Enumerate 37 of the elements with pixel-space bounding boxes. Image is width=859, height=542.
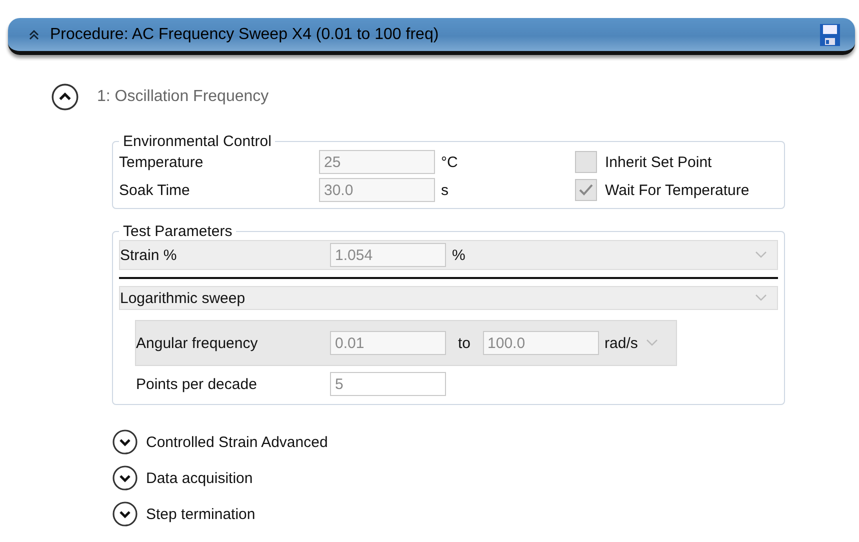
input-field[interactable]: 25 [319,150,435,174]
checkmark-icon [579,184,593,196]
checkbox-label: Inherit Set Point [605,154,712,170]
input-field[interactable]: 30.0 [319,178,435,202]
save-icon[interactable] [819,22,841,46]
input-field[interactable]: 100.0 [482,331,599,355]
collapse-icon[interactable] [51,83,79,111]
strain-dropdown[interactable]: Strain % 1.054 % [119,240,778,270]
range-separator: to [457,334,472,352]
procedure-title: Procedure: AC Frequency Sweep X4 (0.01 to 100 freq) [50,26,440,44]
expand-icon[interactable] [112,465,138,491]
unit-label: °C [440,154,459,170]
checkbox[interactable] [575,151,597,173]
checkbox[interactable] [575,179,597,201]
field-label: Points per decade [136,376,258,392]
step-title: 1: Oscillation Frequency [97,88,269,106]
field-label: Strain % [120,246,178,264]
field-label: Temperature [119,154,204,170]
group-title: Environmental Control [122,133,272,150]
field-label: Angular frequency [136,334,259,352]
section-title[interactable]: Step termination [146,506,256,522]
section-title[interactable]: Controlled Strain Advanced [146,434,328,450]
sweep-label: Logarithmic sweep [120,290,246,306]
group-title: Test Parameters [122,223,234,240]
section-title[interactable]: Data acquisition [146,470,253,486]
input-field[interactable]: 0.01 [330,331,446,355]
input-field[interactable]: 1.054 [330,243,446,267]
unit-label: % [451,246,466,264]
expand-icon[interactable] [112,429,138,455]
input-field[interactable]: 5 [330,372,446,396]
checkbox-label: Wait For Temperature [605,182,750,198]
unit-label: s [440,182,450,198]
field-label: Soak Time [119,182,191,198]
sweep-dropdown[interactable]: Logarithmic sweep [119,286,778,310]
double-chevron-up-icon[interactable] [28,28,40,40]
expand-icon[interactable] [112,501,138,527]
unit-label: rad/s [604,334,638,352]
